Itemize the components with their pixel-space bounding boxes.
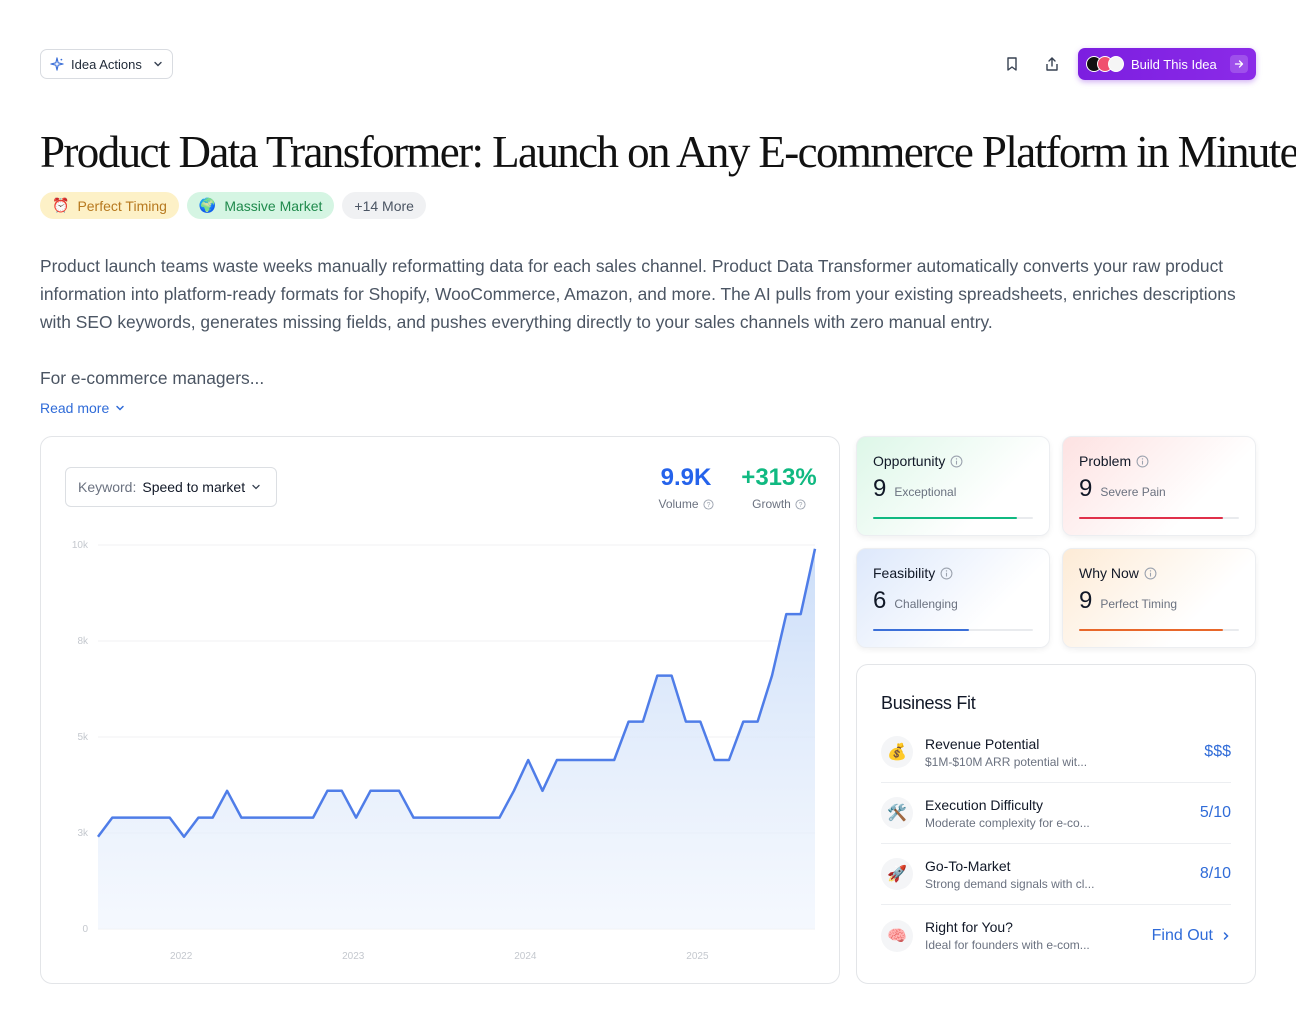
y-tick-label: 5k [77,732,89,743]
share-icon [1046,57,1058,71]
score-bar [1079,629,1239,631]
business-fit-row-right-for-you[interactable]: 🧠 Right for You? Ideal for founders with… [881,905,1231,966]
business-fit-text: Revenue Potential $1M-$10M ARR potential… [925,736,1087,769]
score-bar-fill [1079,629,1223,631]
business-fit-item-title: Revenue Potential [925,735,1040,752]
y-tick-label: 0 [82,924,88,935]
problem-score-card[interactable]: Problem 9 Severe Pain [1062,436,1256,536]
y-tick-label: 3k [77,828,89,839]
read-more-label: Read more [40,400,110,416]
score-value: 9 [873,475,887,502]
idea-actions-label: Idea Actions [71,56,142,72]
tag-label: Massive Market [224,197,323,214]
business-fit-item-value: $$$ [1204,743,1231,760]
why-now-score-card[interactable]: Why Now 9 Perfect Timing [1062,548,1256,648]
y-tick-label: 8k [77,636,89,647]
chevron-right-icon [1223,931,1229,940]
score-label: Problem [1079,453,1132,469]
bookmark-button[interactable] [998,50,1026,78]
money-bag-icon: 💰 [881,736,913,768]
business-fit-item-desc: $1M-$10M ARR potential wit... [925,754,1088,769]
globe-icon: 🌍 [198,197,217,213]
business-fit-text: Go-To-Market Strong demand signals with … [925,858,1094,891]
business-fit-row-gtm[interactable]: 🚀 Go-To-Market Strong demand signals wit… [881,844,1231,905]
chevron-down-icon [116,405,125,411]
business-fit-row-revenue[interactable]: 💰 Revenue Potential $1M-$10M ARR potenti… [881,722,1231,783]
tag-massive-market[interactable]: 🌍 Massive Market [186,192,335,219]
info-icon[interactable] [1136,455,1149,468]
description-paragraph: For e-commerce managers... [40,368,265,388]
business-fit-text: Execution Difficulty Moderate complexity… [925,797,1090,830]
top-right-actions: Build This Idea [998,48,1256,80]
brain-icon: 🧠 [881,919,913,952]
rocket-icon: 🚀 [881,858,913,890]
business-fit-item-desc: Ideal for founders with e-com... [925,938,1090,952]
chevron-down-icon [154,61,162,67]
score-bar [873,629,1033,631]
tools-icon: 🛠️ [881,797,913,829]
info-icon[interactable] [950,455,963,468]
business-fit-item-desc: Moderate complexity for e-co... [925,815,1090,830]
x-tick-label: 2022 [170,951,193,962]
build-this-idea-button[interactable]: Build This Idea [1078,48,1256,80]
trend-chart: 0 3k 5k 8k 10k 2022 2023 2024 2025 [72,540,817,962]
x-tick-label: 2025 [686,951,709,962]
bookmark-icon [1007,57,1017,71]
score-label: Feasibility [873,565,936,581]
tag-label: Perfect Timing [77,197,167,214]
share-button[interactable] [1038,50,1066,78]
info-icon[interactable] [1144,567,1157,580]
keyword-trend-card: Keyword: Speed to market 9.9K Volume ? +… [40,436,840,984]
y-tick-label: 10k [72,540,89,551]
description-paragraph: Product launch teams waste weeks manuall… [40,256,1236,332]
score-value: 6 [873,587,887,614]
score-value: 9 [1079,587,1093,614]
top-toolbar: Idea Actions Build This Idea [40,48,1256,80]
find-out-link[interactable]: Find Out [1152,927,1231,945]
business-fit-card: Business Fit 💰 Revenue Potential $1M-$10… [856,664,1256,984]
builder-logo-icon [1108,56,1124,72]
business-fit-item-title: Execution Difficulty [925,796,1044,813]
business-fit-item-desc: Strong demand signals with cl... [925,876,1095,891]
score-bar-fill [873,629,969,631]
build-button-label: Build This Idea [1131,56,1217,72]
score-label: Why Now [1079,565,1139,581]
score-bar-fill [873,517,1017,519]
tag-more[interactable]: +14 More [342,192,426,219]
business-fit-item-value: 8/10 [1199,865,1231,882]
idea-description: Product launch teams waste weeks manuall… [40,252,1250,392]
find-out-label: Find Out [1151,926,1213,944]
alarm-clock-icon: ⏰ [52,197,70,213]
page-title: Product Data Transformer: Launch on Any … [40,127,1296,177]
tag-label: +14 More [354,197,414,214]
score-sublabel: Challenging [894,597,958,611]
info-icon[interactable] [940,567,953,580]
business-fit-item-title: Go-To-Market [925,857,1011,874]
score-label: Opportunity [873,453,946,469]
sparkle-icon [50,57,64,71]
x-tick-label: 2024 [514,951,537,962]
x-tick-label: 2023 [342,951,365,962]
score-value: 9 [1079,475,1093,502]
tag-list: ⏰ Perfect Timing 🌍 Massive Market +14 Mo… [40,192,426,219]
score-sublabel: Severe Pain [1100,485,1166,499]
feasibility-score-card[interactable]: Feasibility 6 Challenging [856,548,1050,648]
business-fit-item-value: 5/10 [1199,804,1231,821]
business-fit-row-execution[interactable]: 🛠️ Execution Difficulty Moderate complex… [881,783,1231,844]
score-sublabel: Exceptional [894,485,957,499]
business-fit-title: Business Fit [881,693,976,713]
business-fit-item-title: Right for You? [925,919,1013,935]
score-bar-fill [1079,517,1223,519]
opportunity-score-card[interactable]: Opportunity 9 Exceptional [856,436,1050,536]
score-bar [1079,517,1239,519]
builder-logos [1086,56,1124,72]
business-fit-list: 💰 Revenue Potential $1M-$10M ARR potenti… [881,722,1231,966]
score-bar [873,517,1033,519]
tag-perfect-timing[interactable]: ⏰ Perfect Timing [40,192,179,219]
idea-actions-button[interactable]: Idea Actions [40,49,173,79]
business-fit-text: Right for You? Ideal for founders with e… [925,919,1090,952]
read-more-link[interactable]: Read more [40,400,125,416]
score-sublabel: Perfect Timing [1100,597,1178,611]
arrow-right-icon [1230,55,1248,73]
